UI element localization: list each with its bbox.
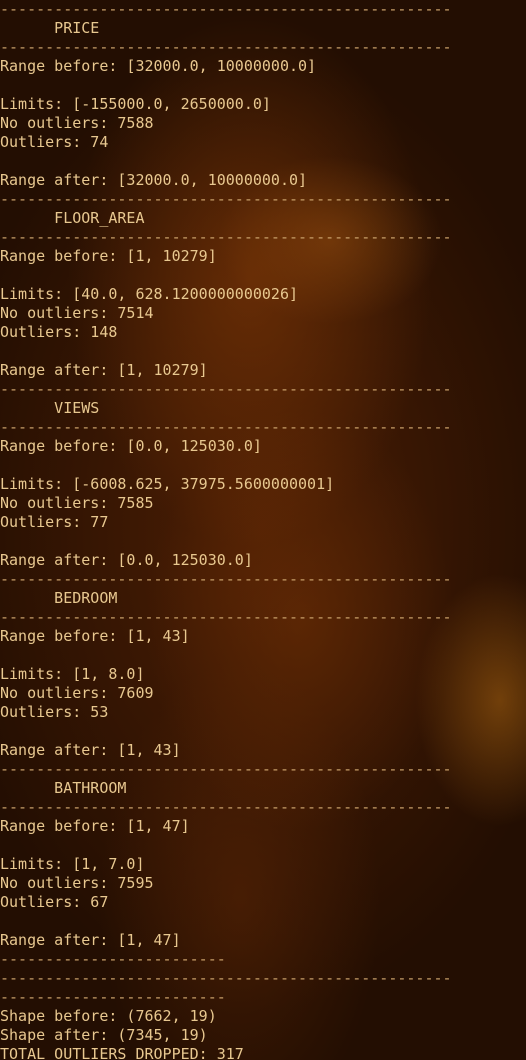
output-line: Outliers: 148 [0, 323, 118, 341]
section-header: VIEWS [0, 399, 100, 417]
separator-line: ------------------------- [0, 950, 226, 968]
separator-line: ----------------------------------------… [0, 418, 452, 436]
output-line: Outliers: 74 [0, 133, 109, 151]
output-line: Range after: [32000.0, 10000000.0] [0, 171, 308, 189]
terminal-output[interactable]: ------------------------- ---------------… [0, 0, 526, 1060]
separator-line: ----------------------------------------… [0, 760, 452, 778]
section-header: BATHROOM [0, 779, 127, 797]
separator-line: ------------------------- [0, 988, 226, 1006]
section-header: BEDROOM [0, 589, 118, 607]
separator-line: ----------------------------------------… [0, 969, 452, 987]
output-line: Range before: [0.0, 125030.0] [0, 437, 262, 455]
output-line: No outliers: 7595 [0, 874, 154, 892]
output-line: TOTAL OUTLIERS DROPPED: 317 [0, 1045, 244, 1060]
separator-line: ----------------------------------------… [0, 608, 452, 626]
section-header: PRICE [0, 19, 100, 37]
output-line: Limits: [-6008.625, 37975.5600000001] [0, 475, 335, 493]
output-line: No outliers: 7585 [0, 494, 154, 512]
output-line: No outliers: 7609 [0, 684, 154, 702]
output-line: Shape before: (7662, 19) [0, 1007, 217, 1025]
output-line: Range before: [32000.0, 10000000.0] [0, 57, 317, 75]
separator-line: ----------------------------------------… [0, 798, 452, 816]
output-line: Limits: [-155000.0, 2650000.0] [0, 95, 271, 113]
output-line: Range after: [1, 47] [0, 931, 181, 949]
output-line: Limits: [1, 7.0] [0, 855, 145, 873]
separator-line: ----------------------------------------… [0, 228, 452, 246]
output-line: Shape after: (7345, 19) [0, 1026, 208, 1044]
output-line: Outliers: 67 [0, 893, 109, 911]
output-line: Limits: [1, 8.0] [0, 665, 145, 683]
output-line: Range after: [1, 43] [0, 741, 181, 759]
output-line: Limits: [40.0, 628.1200000000026] [0, 285, 299, 303]
output-line: No outliers: 7588 [0, 114, 154, 132]
separator-line: ----------------------------------------… [0, 38, 452, 56]
separator-line: ----------------------------------------… [0, 380, 452, 398]
separator-line: ----------------------------------------… [0, 190, 452, 208]
output-line: Range before: [1, 47] [0, 817, 190, 835]
output-line: Range before: [1, 10279] [0, 247, 217, 265]
section-header: FLOOR_AREA [0, 209, 145, 227]
output-line: Range before: [1, 43] [0, 627, 190, 645]
output-line: Outliers: 53 [0, 703, 109, 721]
output-line: Range after: [0.0, 125030.0] [0, 551, 253, 569]
output-line: Outliers: 77 [0, 513, 109, 531]
separator-line: ----------------------------------------… [0, 0, 452, 18]
separator-line: ----------------------------------------… [0, 570, 452, 588]
output-line: Range after: [1, 10279] [0, 361, 208, 379]
output-line: No outliers: 7514 [0, 304, 154, 322]
